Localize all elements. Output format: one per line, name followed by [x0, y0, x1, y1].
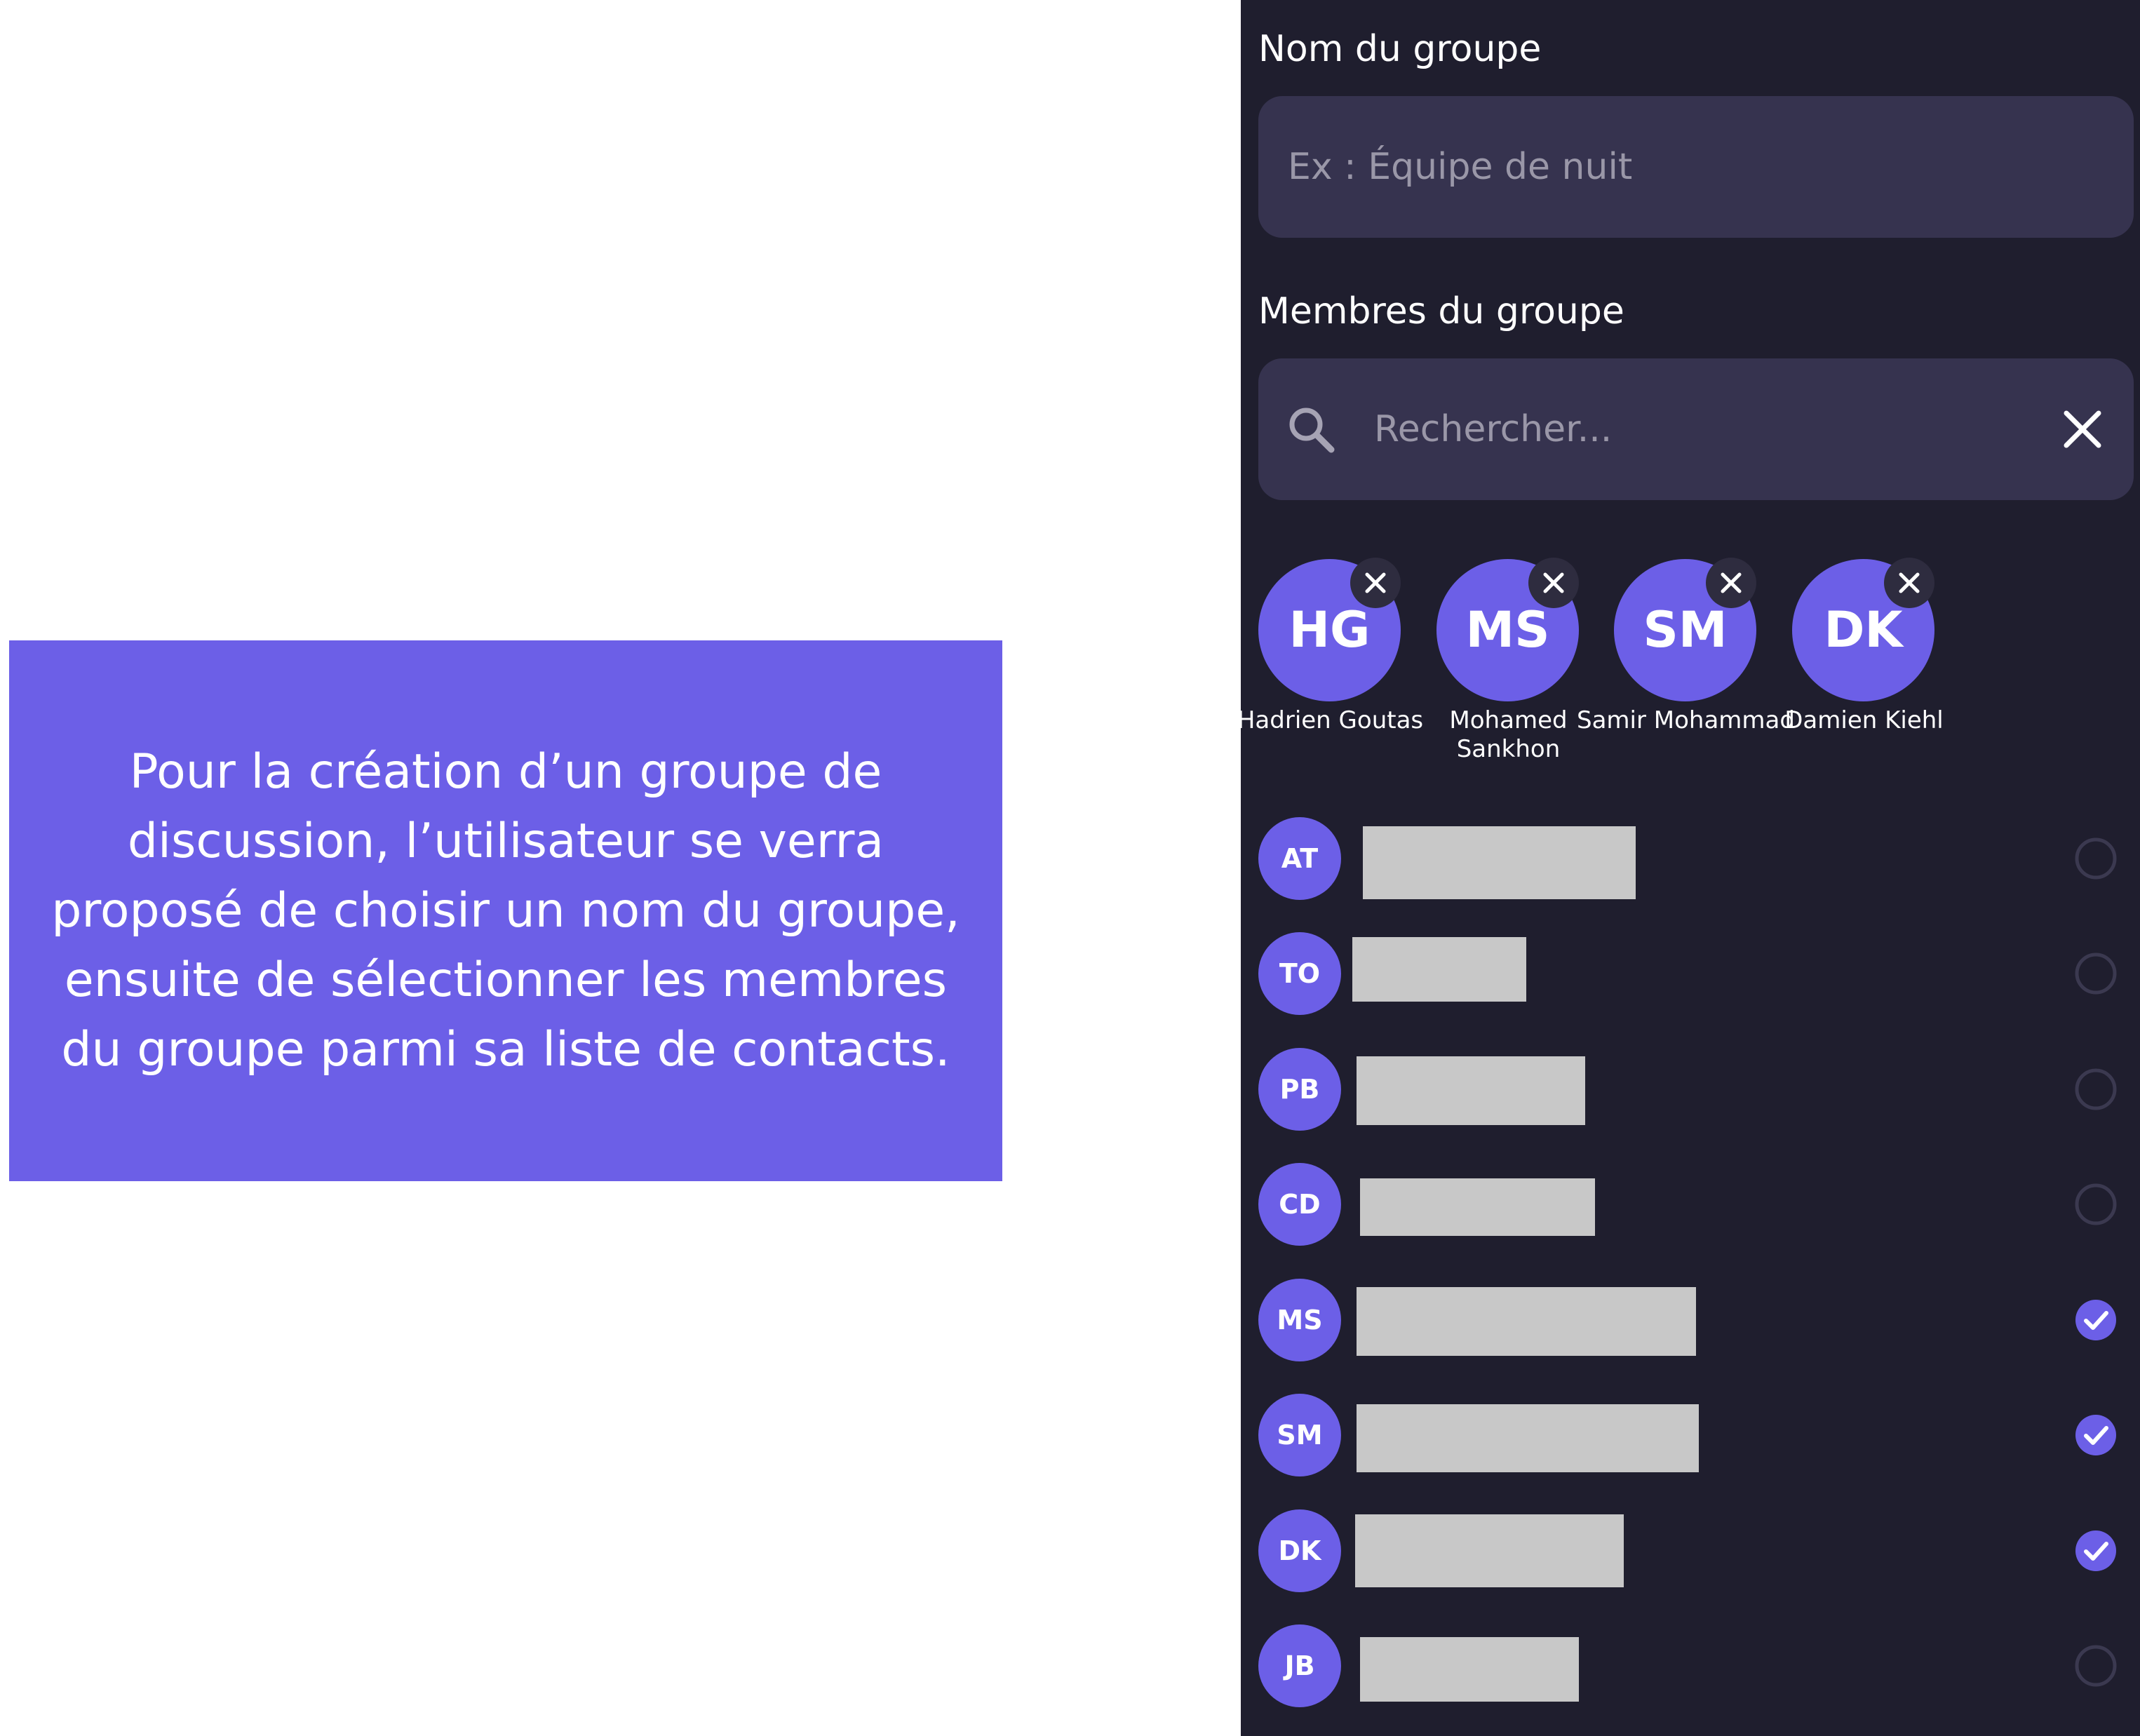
avatar: DK	[1258, 1509, 1341, 1592]
redacted-contact-name	[1360, 1178, 1595, 1236]
contact-row[interactable]: MS	[1241, 1274, 2140, 1373]
check-circle-icon[interactable]	[2074, 1529, 2118, 1573]
chip-name: Damien Kiehl	[1784, 706, 1944, 734]
redacted-contact-name	[1355, 1514, 1624, 1587]
redacted-contact-name	[1357, 1404, 1699, 1472]
remove-member-button[interactable]	[1884, 558, 1934, 608]
empty-circle-icon[interactable]	[2074, 952, 2118, 995]
contact-row[interactable]: SM	[1241, 1390, 2140, 1488]
avatar: SM	[1258, 1394, 1341, 1476]
check-circle-icon[interactable]	[2074, 1413, 2118, 1457]
close-icon[interactable]	[2061, 408, 2104, 451]
empty-circle-icon[interactable]	[2074, 1068, 2118, 1111]
avatar: PB	[1258, 1048, 1341, 1131]
avatar: MS	[1258, 1279, 1341, 1361]
avatar: AT	[1258, 817, 1341, 900]
contact-row[interactable]: JB	[1241, 1620, 2140, 1718]
group-name-input[interactable]: Ex : Équipe de nuit	[1258, 96, 2134, 238]
remove-member-button[interactable]	[1528, 558, 1579, 608]
close-icon	[1899, 572, 1920, 593]
empty-circle-icon[interactable]	[2074, 1644, 2118, 1688]
redacted-contact-name	[1357, 1287, 1696, 1356]
empty-circle-icon[interactable]	[2074, 837, 2118, 880]
close-icon	[1721, 572, 1742, 593]
remove-member-button[interactable]	[1706, 558, 1756, 608]
group-name-placeholder: Ex : Équipe de nuit	[1288, 146, 1633, 188]
group-creation-screen: Nom du groupe Ex : Équipe de nuit Membre…	[1241, 0, 2140, 1736]
avatar: JB	[1258, 1624, 1341, 1707]
remove-member-button[interactable]	[1350, 558, 1401, 608]
avatar: CD	[1258, 1163, 1341, 1246]
member-search-input[interactable]: Rechercher...	[1258, 358, 2134, 500]
description-text: Pour la création d’un groupe de discussi…	[51, 744, 960, 1077]
description-box: Pour la création d’un groupe de discussi…	[9, 640, 1002, 1181]
search-icon	[1289, 408, 1335, 453]
search-placeholder: Rechercher...	[1374, 408, 1613, 450]
redacted-contact-name	[1360, 1637, 1579, 1702]
redacted-contact-name	[1357, 1056, 1585, 1125]
contact-row[interactable]: PB	[1241, 1044, 2140, 1142]
contact-row[interactable]: AT	[1241, 813, 2140, 911]
avatar: TO	[1258, 932, 1341, 1015]
empty-circle-icon[interactable]	[2074, 1183, 2118, 1226]
close-icon	[1365, 572, 1386, 593]
contact-row[interactable]: TO	[1241, 928, 2140, 1026]
group-name-label: Nom du groupe	[1258, 28, 1542, 70]
contact-row[interactable]: DK	[1241, 1505, 2140, 1603]
redacted-contact-name	[1363, 826, 1636, 899]
close-icon	[1543, 572, 1564, 593]
redacted-contact-name	[1352, 937, 1526, 1002]
group-members-label: Membres du groupe	[1258, 290, 1624, 332]
contact-row[interactable]: CD	[1241, 1159, 2140, 1257]
check-circle-icon[interactable]	[2074, 1298, 2118, 1342]
